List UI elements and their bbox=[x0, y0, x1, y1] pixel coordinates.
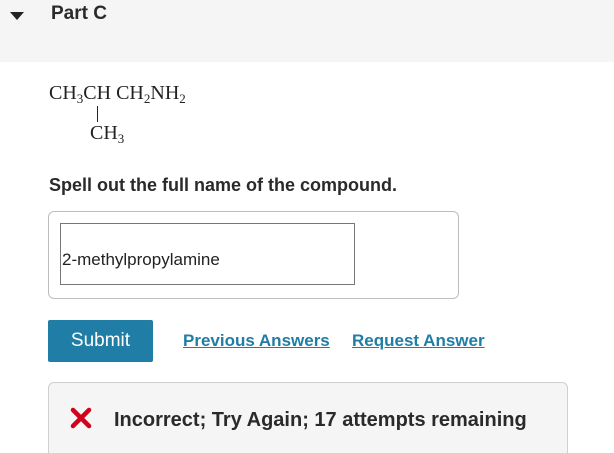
feedback-message: Incorrect; Try Again; 17 attempts remain… bbox=[114, 409, 527, 431]
caret-down-icon[interactable] bbox=[9, 10, 25, 22]
x-icon bbox=[70, 407, 92, 429]
formula-text: CH bbox=[49, 82, 77, 104]
formula-subscript: 3 bbox=[117, 131, 125, 146]
feedback-panel: Incorrect; Try Again; 17 attempts remain… bbox=[48, 382, 568, 453]
formula-branch: CH3 bbox=[90, 122, 124, 147]
previous-answers-link[interactable]: Previous Answers bbox=[183, 331, 330, 351]
part-title: Part C bbox=[51, 3, 107, 24]
formula-bond-line bbox=[97, 106, 98, 122]
formula-subscript: 2 bbox=[179, 91, 186, 106]
chemical-structure: CH3CH CH2NH2 CH3 bbox=[49, 82, 249, 152]
part-header[interactable]: Part C bbox=[0, 0, 614, 62]
question-prompt: Spell out the full name of the compound. bbox=[49, 175, 397, 195]
answer-container bbox=[48, 211, 459, 299]
answer-input[interactable] bbox=[60, 223, 355, 285]
formula-text: NH bbox=[150, 82, 180, 104]
formula-text: CH CH bbox=[83, 82, 144, 104]
formula-main-chain: CH3CH CH2NH2 bbox=[49, 82, 186, 107]
request-answer-link[interactable]: Request Answer bbox=[352, 331, 485, 351]
formula-text: CH bbox=[90, 122, 118, 144]
submit-button[interactable]: Submit bbox=[48, 320, 153, 362]
